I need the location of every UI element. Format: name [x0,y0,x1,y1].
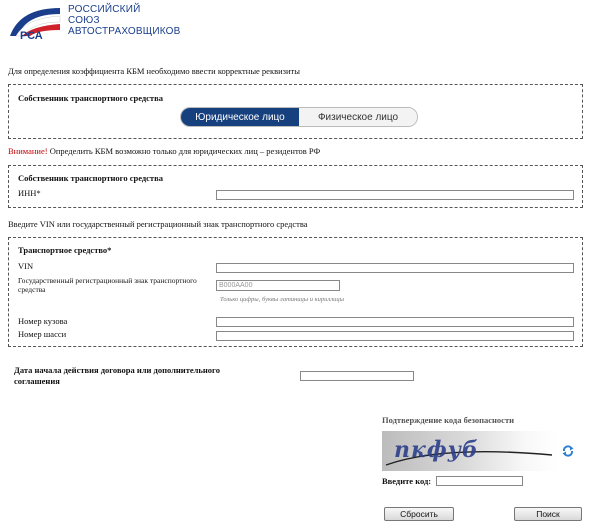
logo-line-1: РОССИЙСКИЙ [68,4,141,15]
plate-label: Государственный регистрационный знак тра… [18,276,197,294]
option-individual[interactable]: Физическое лицо [299,108,417,126]
chassis-number-input[interactable] [216,331,574,341]
owner-type-toggle: Юридическое лицо Физическое лицо [180,107,418,127]
vehicle-title: Транспортное средство* [18,245,112,255]
plate-input[interactable]: В000АА00 [216,280,340,291]
captcha-code-label: Введите код: [382,476,432,486]
notice: Внимание! Определить КБМ возможно только… [8,146,320,156]
plate-hint: Только цифры, буквы латиницы и кириллицы [220,296,344,303]
vin-input[interactable] [216,263,574,273]
rsa-emblem-icon: РСА [10,8,61,42]
contract-date-input[interactable] [300,371,414,381]
chassis-number-label: Номер шасси [18,329,67,339]
body-number-label: Номер кузова [18,316,68,326]
logo-line-2: СОЮЗ [68,15,100,26]
search-button[interactable]: Поиск [514,507,582,521]
logo-acronym: РСА [20,30,43,42]
logo-line-3: АВТОСТРАХОВЩИКОВ [68,26,181,37]
captcha-text: пкфуб [394,437,479,463]
notice-text: Определить КБМ возможно только для юриди… [47,146,321,156]
option-legal-entity[interactable]: Юридическое лицо [181,108,299,126]
captcha-image: пкфуб [382,431,558,471]
intro-text: Для определения коэффициента КБМ необход… [8,66,300,76]
captcha-title: Подтверждение кода безопасности [382,415,515,425]
refresh-captcha-icon[interactable] [562,444,574,457]
rsa-logo: РСА РОССИЙСКИЙ СОЮЗ АВТОСТРАХОВЩИКОВ [2,2,180,42]
vin-label: VIN [18,261,34,271]
captcha-code-input[interactable] [436,476,523,486]
notice-label: Внимание! [8,146,48,156]
inn-label: ИНН* [18,188,41,198]
inn-input[interactable] [216,190,574,200]
owner-type-title: Собственник транспортного средства [18,93,163,103]
owner-title: Собственник транспортного средства [18,173,163,183]
vehicle-intro: Введите VIN или государственный регистра… [8,219,308,229]
contract-date-label: Дата начала действия договора или дополн… [14,365,220,386]
owner-section [8,165,583,208]
body-number-input[interactable] [216,317,574,327]
reset-button[interactable]: Сбросить [384,507,454,521]
logo-text: РОССИЙСКИЙ СОЮЗ АВТОСТРАХОВЩИКОВ [68,4,181,37]
